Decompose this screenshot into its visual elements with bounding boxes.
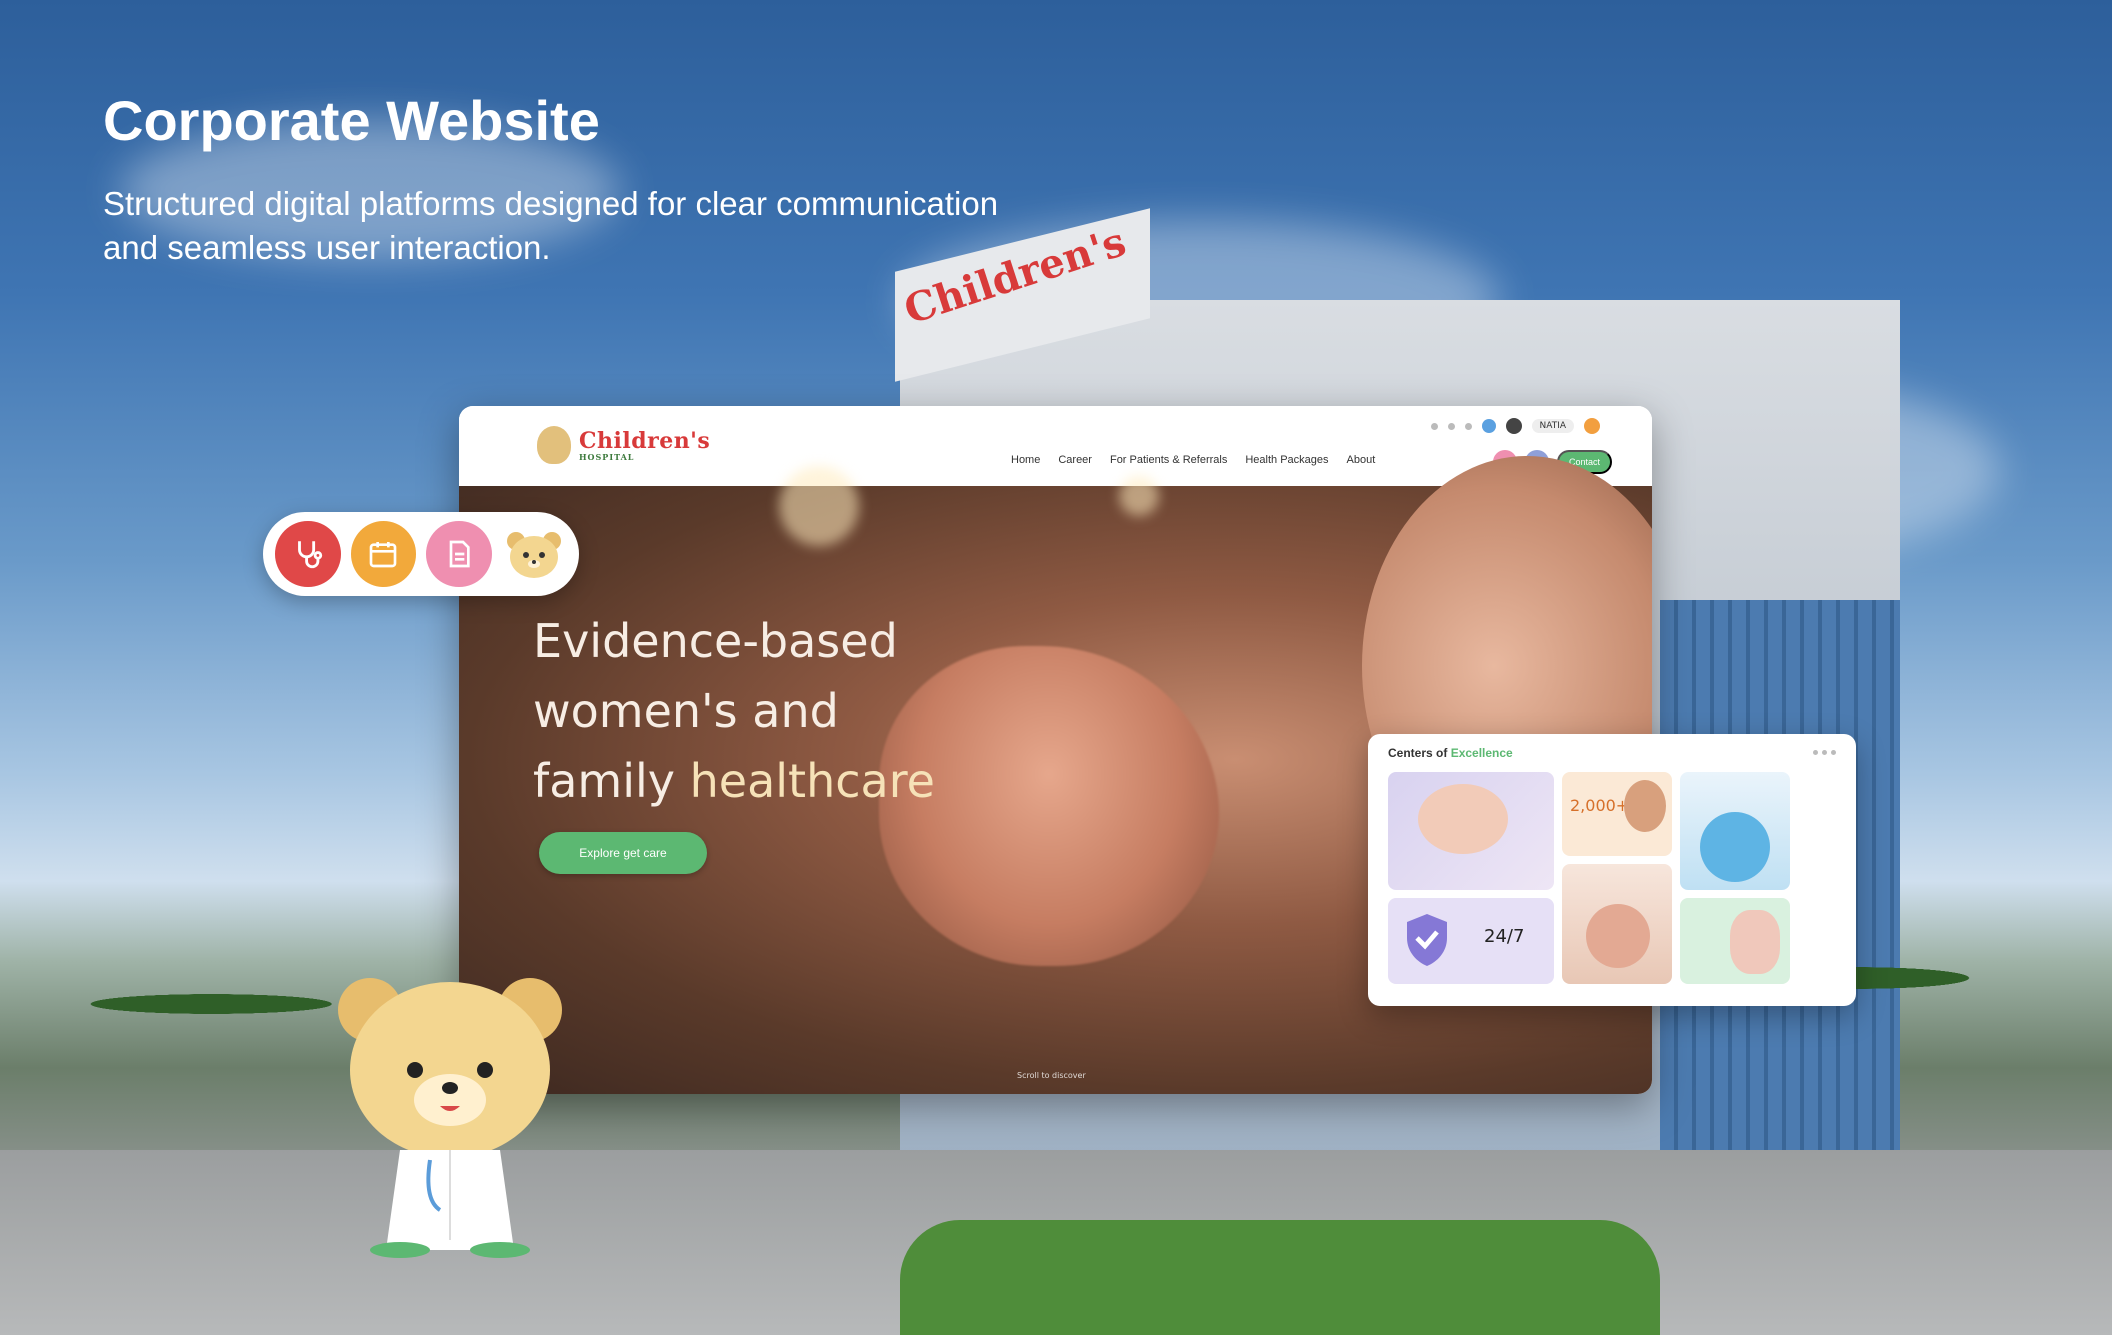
newborn-photo	[1418, 784, 1508, 854]
site-logo[interactable]: Children's HOSPITAL	[537, 426, 710, 464]
page-subtitle: Structured digital platforms designed fo…	[103, 182, 1123, 270]
bear-face-icon[interactable]	[501, 521, 567, 587]
subtitle-line-2: and seamless user interaction.	[103, 229, 551, 266]
hero-title: Evidence-based women's and family health…	[533, 606, 935, 816]
user-name[interactable]: NATIA	[1531, 419, 1574, 433]
family-photo	[1730, 910, 1780, 974]
text-icon[interactable]	[1464, 422, 1472, 430]
tile-births-stat[interactable]: 2,000+	[1562, 772, 1672, 856]
scroll-hint: Scroll to discover	[1017, 1071, 1086, 1080]
main-nav-links: Home Career For Patients & Referrals Hea…	[1011, 454, 1375, 466]
centers-title: Centers of Excellence	[1388, 746, 1836, 760]
centers-title-plain: Centers of	[1388, 746, 1448, 760]
font-size-icon[interactable]	[1430, 422, 1438, 430]
baby-photo	[1624, 780, 1666, 832]
nav-home[interactable]: Home	[1011, 454, 1040, 466]
subtitle-line-1: Structured digital platforms designed fo…	[103, 185, 999, 222]
globe-icon[interactable]	[1481, 419, 1496, 433]
quick-action-bar	[263, 512, 579, 596]
hero-line-2: women's and	[533, 684, 839, 738]
nav-career[interactable]: Career	[1058, 454, 1092, 466]
bokeh-light	[779, 466, 859, 546]
availability-stat: 24/7	[1484, 926, 1525, 947]
explore-care-button[interactable]: Explore get care	[539, 832, 707, 874]
lawn	[900, 1220, 1660, 1335]
shield-icon	[1407, 914, 1447, 966]
centers-title-accent: Excellence	[1450, 746, 1513, 760]
bear-logo-icon	[537, 426, 571, 464]
nav-about[interactable]: About	[1347, 454, 1376, 466]
hero-highlight: healthcare	[689, 754, 935, 808]
bokeh-light	[1119, 476, 1159, 516]
nav-health-packages[interactable]: Health Packages	[1245, 454, 1328, 466]
language-flag-icon[interactable]	[1584, 418, 1600, 434]
hero-line-1: Evidence-based	[533, 614, 898, 668]
infant-photo	[1586, 904, 1650, 968]
tile-family[interactable]	[1680, 898, 1790, 984]
births-stat: 2,000+	[1570, 796, 1630, 815]
bear-mascot	[330, 960, 570, 1260]
logo-main-text: Children's	[579, 428, 711, 454]
hero-line-3: family	[533, 754, 675, 808]
page-title: Corporate Website	[103, 89, 600, 152]
contrast-icon[interactable]	[1447, 422, 1455, 430]
water-drop-icon	[1700, 812, 1770, 882]
document-icon[interactable]	[426, 521, 492, 587]
centers-grid: 2,000+ 24/7	[1388, 772, 1836, 992]
nav-patients-referrals[interactable]: For Patients & Referrals	[1110, 454, 1227, 466]
carousel-pager[interactable]	[1813, 750, 1836, 755]
avatar[interactable]	[1505, 418, 1522, 434]
tile-24-7[interactable]: 24/7	[1388, 898, 1554, 984]
calendar-icon[interactable]	[350, 521, 416, 587]
tile-care[interactable]	[1680, 772, 1790, 890]
tile-newborn[interactable]	[1388, 772, 1554, 890]
stethoscope-icon[interactable]	[275, 521, 341, 587]
centers-of-excellence-card: Centers of Excellence 2,000+ 24/7	[1368, 734, 1856, 1006]
tile-infant-care[interactable]	[1562, 864, 1672, 984]
top-utilities: NATIA	[1430, 418, 1600, 434]
